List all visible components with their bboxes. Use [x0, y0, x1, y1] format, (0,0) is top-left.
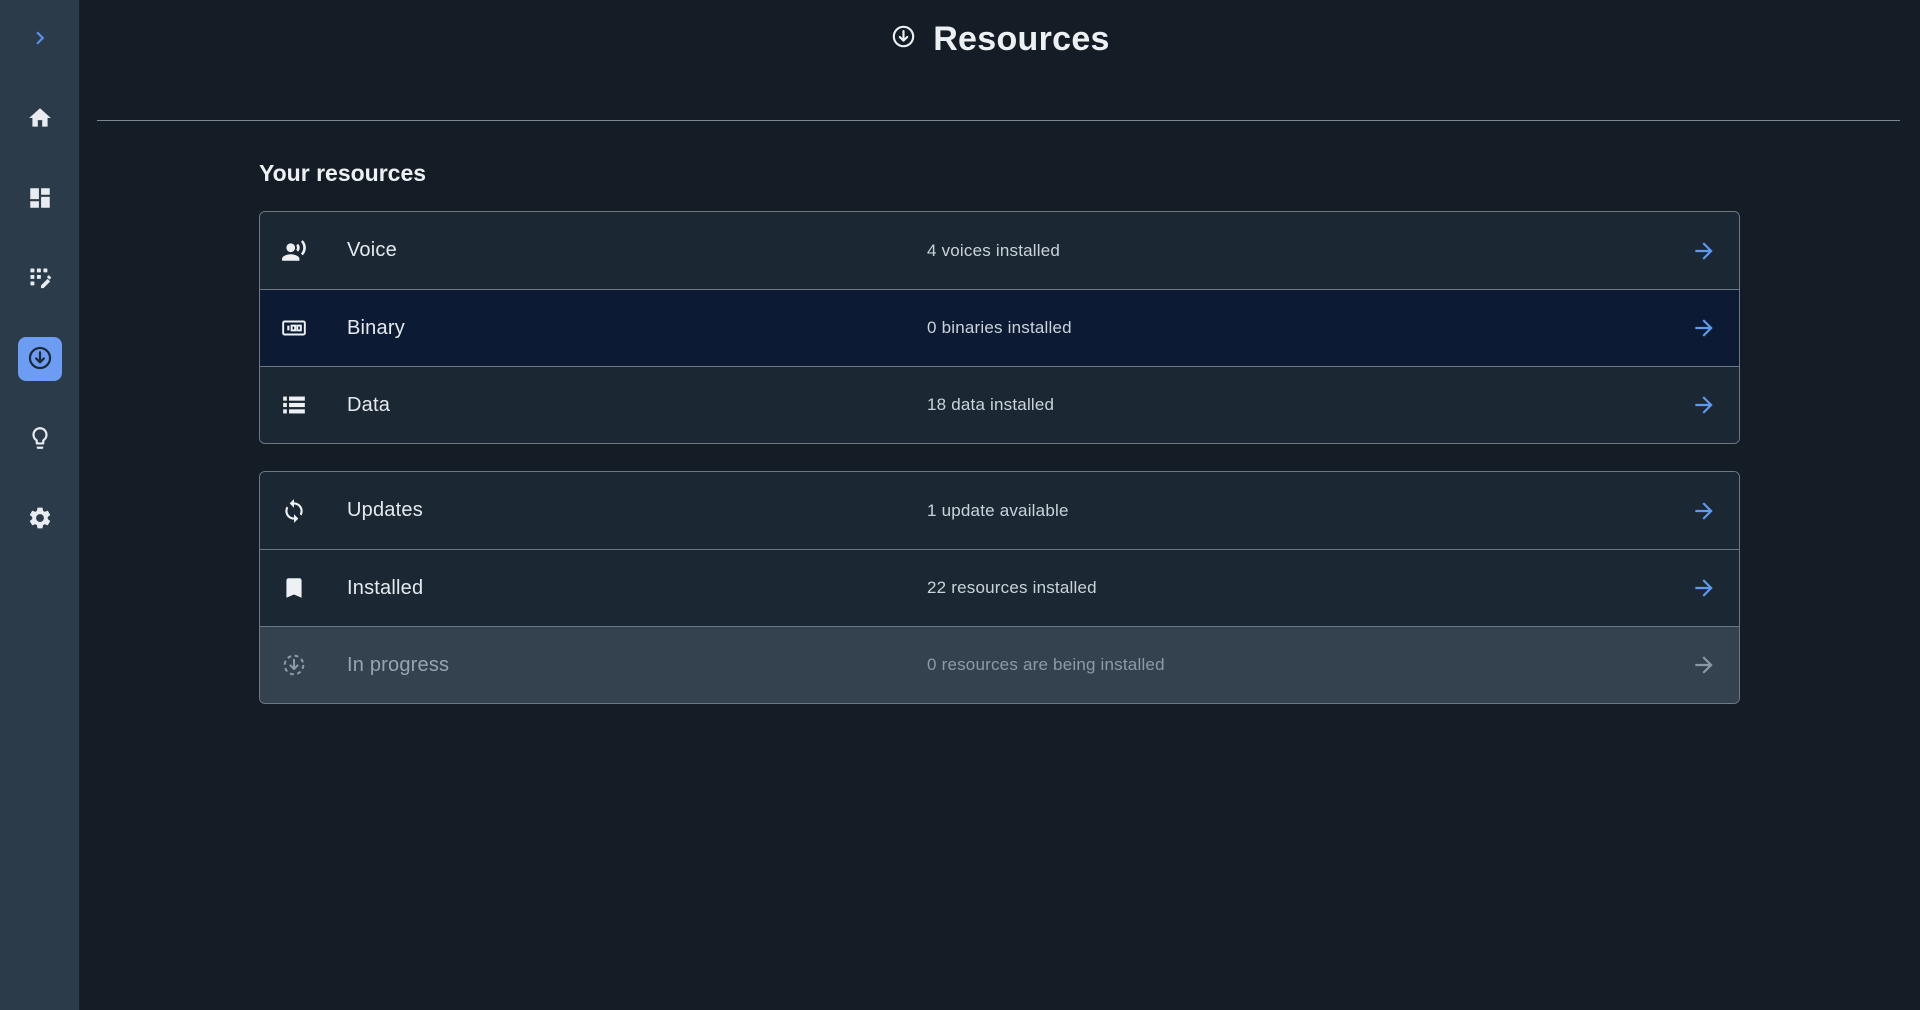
resources-section: Your resources Voice 4 voices installed: [259, 159, 1740, 704]
row-label: Updates: [347, 499, 423, 522]
arrow-right-icon: [1691, 575, 1717, 601]
home-icon: [27, 105, 53, 134]
row-status: 0 binaries installed: [927, 318, 1072, 338]
row-status: 4 voices installed: [927, 241, 1060, 261]
main-area: Resources Your resources Voice 4 voices …: [80, 0, 1920, 704]
sidebar-item-settings[interactable]: [16, 495, 64, 543]
header-divider: [97, 120, 1900, 121]
list-item-voice[interactable]: Voice 4 voices installed: [260, 212, 1739, 289]
sidebar-item-resources[interactable]: [16, 335, 64, 383]
row-status: 1 update available: [927, 501, 1069, 521]
data-storage-icon: [281, 392, 307, 418]
row-label: Installed: [347, 577, 423, 600]
row-status: 18 data installed: [927, 395, 1054, 415]
list-item-in-progress[interactable]: In progress 0 resources are being instal…: [260, 626, 1739, 703]
arrow-right-icon: [1691, 238, 1717, 264]
list-item-installed[interactable]: Installed 22 resources installed: [260, 549, 1739, 626]
row-label: In progress: [347, 654, 449, 677]
sidebar: [0, 0, 80, 1010]
resource-types-card: Voice 4 voices installed Binary 0 binari: [259, 211, 1740, 444]
downloading-icon: [281, 652, 307, 678]
download-circle-icon: [890, 23, 917, 55]
list-item-updates[interactable]: Updates 1 update available: [260, 472, 1739, 549]
page-title: Resources: [933, 20, 1110, 59]
app-registration-icon: [27, 265, 53, 294]
arrow-right-icon: [1691, 652, 1717, 678]
voice-icon: [281, 238, 307, 264]
arrow-right-icon: [1691, 392, 1717, 418]
active-item-highlight: [18, 337, 62, 381]
sidebar-item-editor[interactable]: [16, 255, 64, 303]
list-item-binary[interactable]: Binary 0 binaries installed: [260, 289, 1739, 366]
row-status: 0 resources are being installed: [927, 655, 1165, 675]
sync-icon: [281, 498, 307, 524]
page-header: Resources: [80, 0, 1920, 62]
lightbulb-icon: [27, 425, 53, 454]
binary-icon: [281, 315, 307, 341]
row-label: Data: [347, 394, 390, 417]
dashboard-icon: [27, 185, 53, 214]
list-item-data[interactable]: Data 18 data installed: [260, 366, 1739, 443]
gear-icon: [27, 505, 53, 534]
sidebar-toggle-button[interactable]: [16, 15, 64, 63]
arrow-right-icon: [1691, 315, 1717, 341]
row-label: Voice: [347, 239, 397, 262]
section-title: Your resources: [259, 159, 1740, 187]
download-circle-icon: [26, 344, 54, 375]
sidebar-item-dashboard[interactable]: [16, 175, 64, 223]
sidebar-item-ideas[interactable]: [16, 415, 64, 463]
bookmark-icon: [281, 575, 307, 601]
arrow-right-icon: [1691, 498, 1717, 524]
resource-status-card: Updates 1 update available Installed 22 …: [259, 471, 1740, 704]
row-label: Binary: [347, 317, 405, 340]
row-status: 22 resources installed: [927, 578, 1097, 598]
chevron-right-icon: [27, 25, 53, 54]
sidebar-item-home[interactable]: [16, 95, 64, 143]
